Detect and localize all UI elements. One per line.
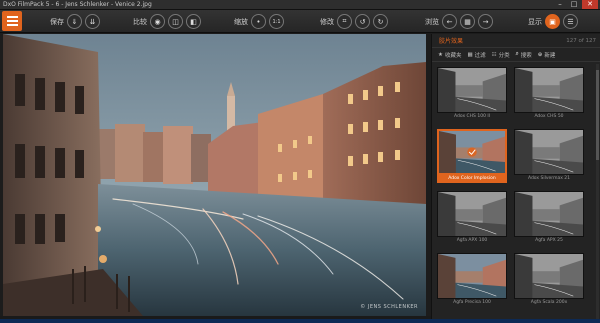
window-titlebar: DxO FilmPack 5 - 6 - Jens Schlenker - Ve… — [0, 0, 600, 10]
preset-label: Adox CHS 50 — [534, 114, 564, 119]
preset-preview — [437, 191, 507, 237]
preset-thumbnail[interactable]: Agfa APX 100 — [437, 191, 507, 248]
preset-label: Adox CHS 100 II — [453, 114, 491, 119]
preset-thumbnail[interactable]: Adox CHS 100 II — [437, 67, 507, 124]
compare-label: 比较 — [133, 17, 147, 26]
compare-original-icon[interactable]: ◉ — [150, 14, 165, 29]
maximize-button[interactable]: □ — [568, 0, 580, 9]
preset-preview — [437, 67, 507, 113]
edit-label: 修改 — [320, 17, 334, 26]
panel-header: 胶片效果 127 of 127 — [432, 34, 600, 48]
main-menu-button[interactable] — [2, 11, 22, 31]
preset-thumbnail-selected[interactable]: Adox Color Implosion — [437, 129, 507, 186]
preset-preview — [437, 253, 507, 299]
close-button[interactable]: ✕ — [582, 0, 598, 9]
preset-label: Agfa Scala 200x — [530, 300, 568, 305]
preset-label: Agfa APX 25 — [535, 238, 563, 243]
save-label: 保存 — [50, 17, 64, 26]
photo-viewer[interactable]: © JENS SCHLENKER — [3, 34, 426, 316]
zoom-group: 缩放 • 1:1 — [234, 13, 284, 30]
preset-preview — [514, 253, 584, 299]
compare-split-icon[interactable]: ◫ — [168, 14, 183, 29]
preset-label: Agfa APX 100 — [456, 238, 488, 243]
preset-label: Adox Silvermax 21 — [527, 176, 571, 181]
film-presets-panel: 胶片效果 127 of 127 ★ 收藏夹 ▦ 过滤 ☷ 分类 ⌕ 搜索 ⊕ 新建 Ado… — [431, 34, 600, 323]
photo-watermark: © JENS SCHLENKER — [360, 304, 418, 310]
compare-side-icon[interactable]: ◧ — [186, 14, 201, 29]
save-group: 保存 ⇓ ⇊ — [50, 13, 100, 30]
rotate-left-icon[interactable]: ↺ — [355, 14, 370, 29]
save-as-icon[interactable]: ⇊ — [85, 14, 100, 29]
preset-preview — [437, 129, 507, 175]
tab-filter[interactable]: ▦ 过滤 — [467, 51, 485, 59]
grid-view-icon[interactable]: ▦ — [460, 14, 475, 29]
star-icon: ★ — [438, 51, 443, 58]
display-group: 显示 ▣ ☰ — [528, 13, 578, 30]
main-toolbar: 保存 ⇓ ⇊ 比较 ◉ ◫ ◧ 缩放 • 1:1 修改 ⌗ ↺ ↻ 浏览 ← ▦… — [0, 10, 600, 33]
taskbar — [0, 319, 600, 323]
previous-image-icon[interactable]: ← — [442, 14, 457, 29]
rotate-right-icon[interactable]: ↻ — [373, 14, 388, 29]
browse-group: 浏览 ← ▦ → — [425, 13, 493, 30]
next-image-icon[interactable]: → — [478, 14, 493, 29]
search-icon: ⌕ — [515, 51, 519, 57]
crop-icon[interactable]: ⌗ — [337, 14, 352, 29]
window-title: DxO FilmPack 5 - 6 - Jens Schlenker - Ve… — [3, 1, 152, 8]
display-label: 显示 — [528, 17, 542, 26]
preset-thumbnail[interactable]: Agfa Precisa 100 — [437, 253, 507, 310]
zoom-1-1-button[interactable]: 1:1 — [269, 14, 284, 29]
filter-icon: ▦ — [467, 51, 473, 58]
preset-preview — [514, 191, 584, 237]
panel-tabs: ★ 收藏夹 ▦ 过滤 ☷ 分类 ⌕ 搜索 ⊕ 新建 — [432, 48, 600, 62]
venice-photo — [3, 34, 426, 316]
browse-label: 浏览 — [425, 17, 439, 26]
tab-new[interactable]: ⊕ 新建 — [538, 51, 556, 59]
zoom-label: 缩放 — [234, 17, 248, 26]
save-image-icon[interactable]: ⇓ — [67, 14, 82, 29]
preset-thumbnail[interactable]: Adox CHS 50 — [514, 67, 584, 124]
minimize-button[interactable]: – — [554, 0, 566, 9]
preset-thumbnail[interactable]: Agfa APX 25 — [514, 191, 584, 248]
preset-preview — [514, 129, 584, 175]
add-icon: ⊕ — [537, 51, 543, 58]
window-controls: – □ ✕ — [554, 0, 598, 10]
category-icon: ☷ — [491, 51, 497, 58]
zoom-fit-icon[interactable]: • — [251, 14, 266, 29]
preset-thumbnail[interactable]: Adox Silvermax 21 — [514, 129, 584, 186]
tab-favorites[interactable]: ★ 收藏夹 — [438, 51, 461, 59]
tab-category[interactable]: ☷ 分类 — [492, 51, 510, 59]
preset-count: 127 of 127 — [566, 37, 596, 44]
panel-scrollbar[interactable] — [596, 64, 599, 319]
settings-panel-icon[interactable]: ☰ — [563, 14, 578, 29]
panel-title: 胶片效果 — [439, 38, 464, 45]
preset-preview — [514, 67, 584, 113]
film-panel-icon[interactable]: ▣ — [545, 14, 560, 29]
preset-thumbnail[interactable]: Agfa Scala 200x — [514, 253, 584, 310]
compare-group: 比较 ◉ ◫ ◧ — [133, 13, 201, 30]
preset-label: Adox Color Implosion — [437, 175, 507, 183]
tab-search[interactable]: ⌕ 搜索 — [516, 51, 532, 59]
preset-label: Agfa Precisa 100 — [453, 300, 491, 305]
edit-group: 修改 ⌗ ↺ ↻ — [320, 13, 388, 30]
